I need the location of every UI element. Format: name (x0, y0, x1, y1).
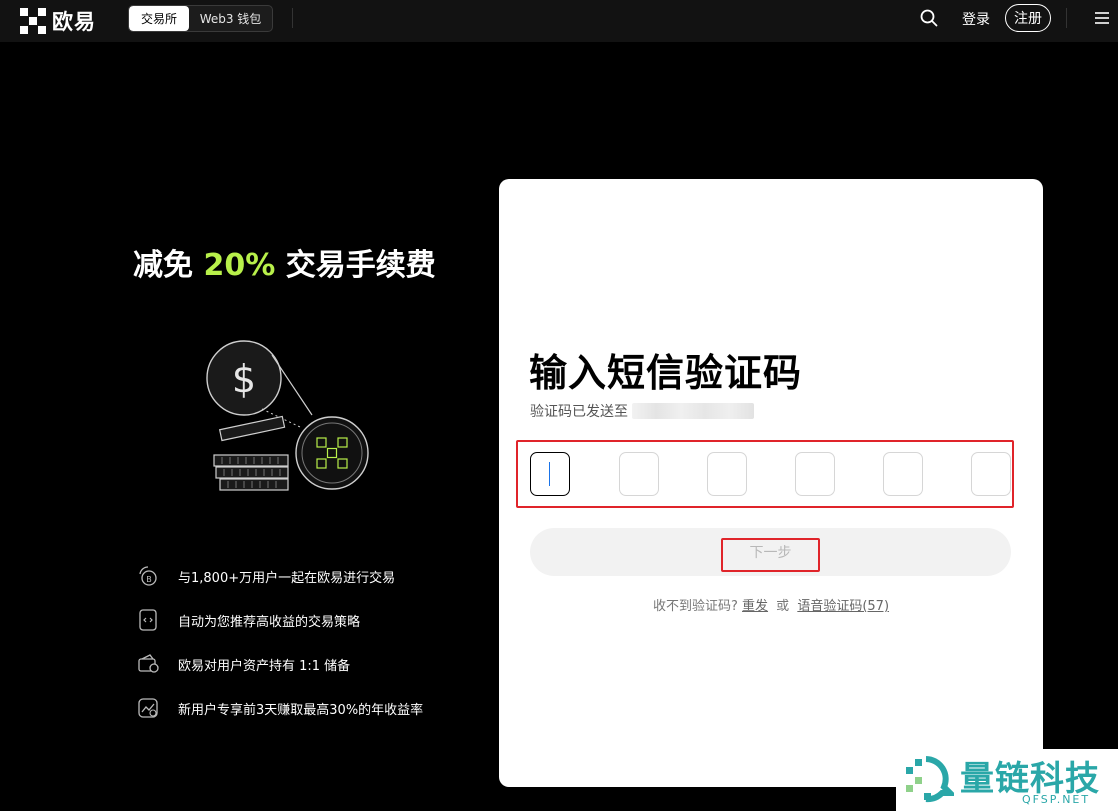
coin-users-icon: B (139, 566, 157, 586)
brand-logo[interactable]: 欧易 (20, 6, 96, 36)
watermark-logo-icon (906, 756, 954, 803)
code-digit-input[interactable] (619, 452, 659, 496)
watermark-url: QFSP.NET (1022, 793, 1091, 806)
resend-options: 收不到验证码? 重发 或 语音验证码(57) (499, 595, 1043, 614)
divider (292, 8, 293, 28)
svg-text:B: B (146, 575, 152, 584)
next-step-button[interactable]: 下一步 (530, 528, 1011, 576)
wallet-reserve-icon (138, 654, 159, 673)
feature-item: 自动为您推荐高收益的交易策略 (136, 608, 360, 632)
text-caret (549, 462, 550, 486)
code-sent-label: 验证码已发送至 (530, 404, 628, 420)
growth-chart-icon (138, 698, 158, 718)
promo-title-highlight: 20% (203, 248, 276, 283)
code-digit-input[interactable] (530, 452, 570, 496)
promo-title-prefix: 减免 (133, 248, 204, 283)
register-button[interactable]: 注册 (1005, 4, 1051, 32)
promo-title: 减免 20% 交易手续费 (133, 240, 436, 284)
brand-name: 欧易 (52, 10, 96, 34)
feature-text: 欧易对用户资产持有 1:1 储备 (178, 658, 351, 674)
login-link[interactable]: 登录 (962, 9, 990, 29)
feature-text: 自动为您推荐高收益的交易策略 (178, 614, 361, 630)
coins-illustration: $ (206, 340, 369, 491)
divider (1066, 8, 1067, 28)
search-icon[interactable] (920, 9, 938, 27)
watermark: 量链科技 QFSP.NET (896, 749, 1118, 811)
code-digit-input[interactable] (707, 452, 747, 496)
sms-verification-card: 输入短信验证码 验证码已发送至 下一步 收不到验证码? 重发 或 语音验证码(5… (499, 179, 1043, 787)
masked-phone-number (632, 403, 754, 419)
feature-text: 新用户专享前3天赚取最高30%的年收益率 (178, 702, 424, 718)
feature-item: B 与1,800+万用户一起在欧易进行交易 (136, 564, 395, 588)
code-digit-input[interactable] (883, 452, 923, 496)
no-code-text: 收不到验证码? (652, 599, 738, 614)
code-digit-input[interactable] (795, 452, 835, 496)
voice-code-link[interactable]: 语音验证码(57) (797, 599, 889, 614)
tab-exchange[interactable]: 交易所 (129, 6, 189, 31)
code-digit-input[interactable] (971, 452, 1011, 496)
tab-web3-wallet[interactable]: Web3 钱包 (189, 6, 272, 31)
page-title: 输入短信验证码 (529, 351, 803, 395)
okx-logo-icon (20, 8, 46, 34)
promo-title-suffix: 交易手续费 (275, 248, 436, 283)
menu-icon[interactable] (1094, 10, 1110, 26)
resend-link[interactable]: 重发 (742, 599, 768, 614)
feature-text: 与1,800+万用户一起在欧易进行交易 (178, 570, 396, 586)
highlight-annotation (516, 440, 1014, 508)
feature-item: 欧易对用户资产持有 1:1 储备 (136, 652, 350, 676)
or-text: 或 (776, 599, 790, 614)
feature-item: 新用户专享前3天赚取最高30%的年收益率 (136, 696, 423, 720)
product-switcher: 交易所 Web3 钱包 (128, 5, 273, 32)
code-sent-notice: 验证码已发送至 (530, 401, 754, 421)
svg-text:$: $ (232, 357, 256, 401)
strategy-doc-icon (139, 609, 157, 631)
top-navigation-bar: 欧易 交易所 Web3 钱包 登录 注册 (0, 0, 1118, 42)
